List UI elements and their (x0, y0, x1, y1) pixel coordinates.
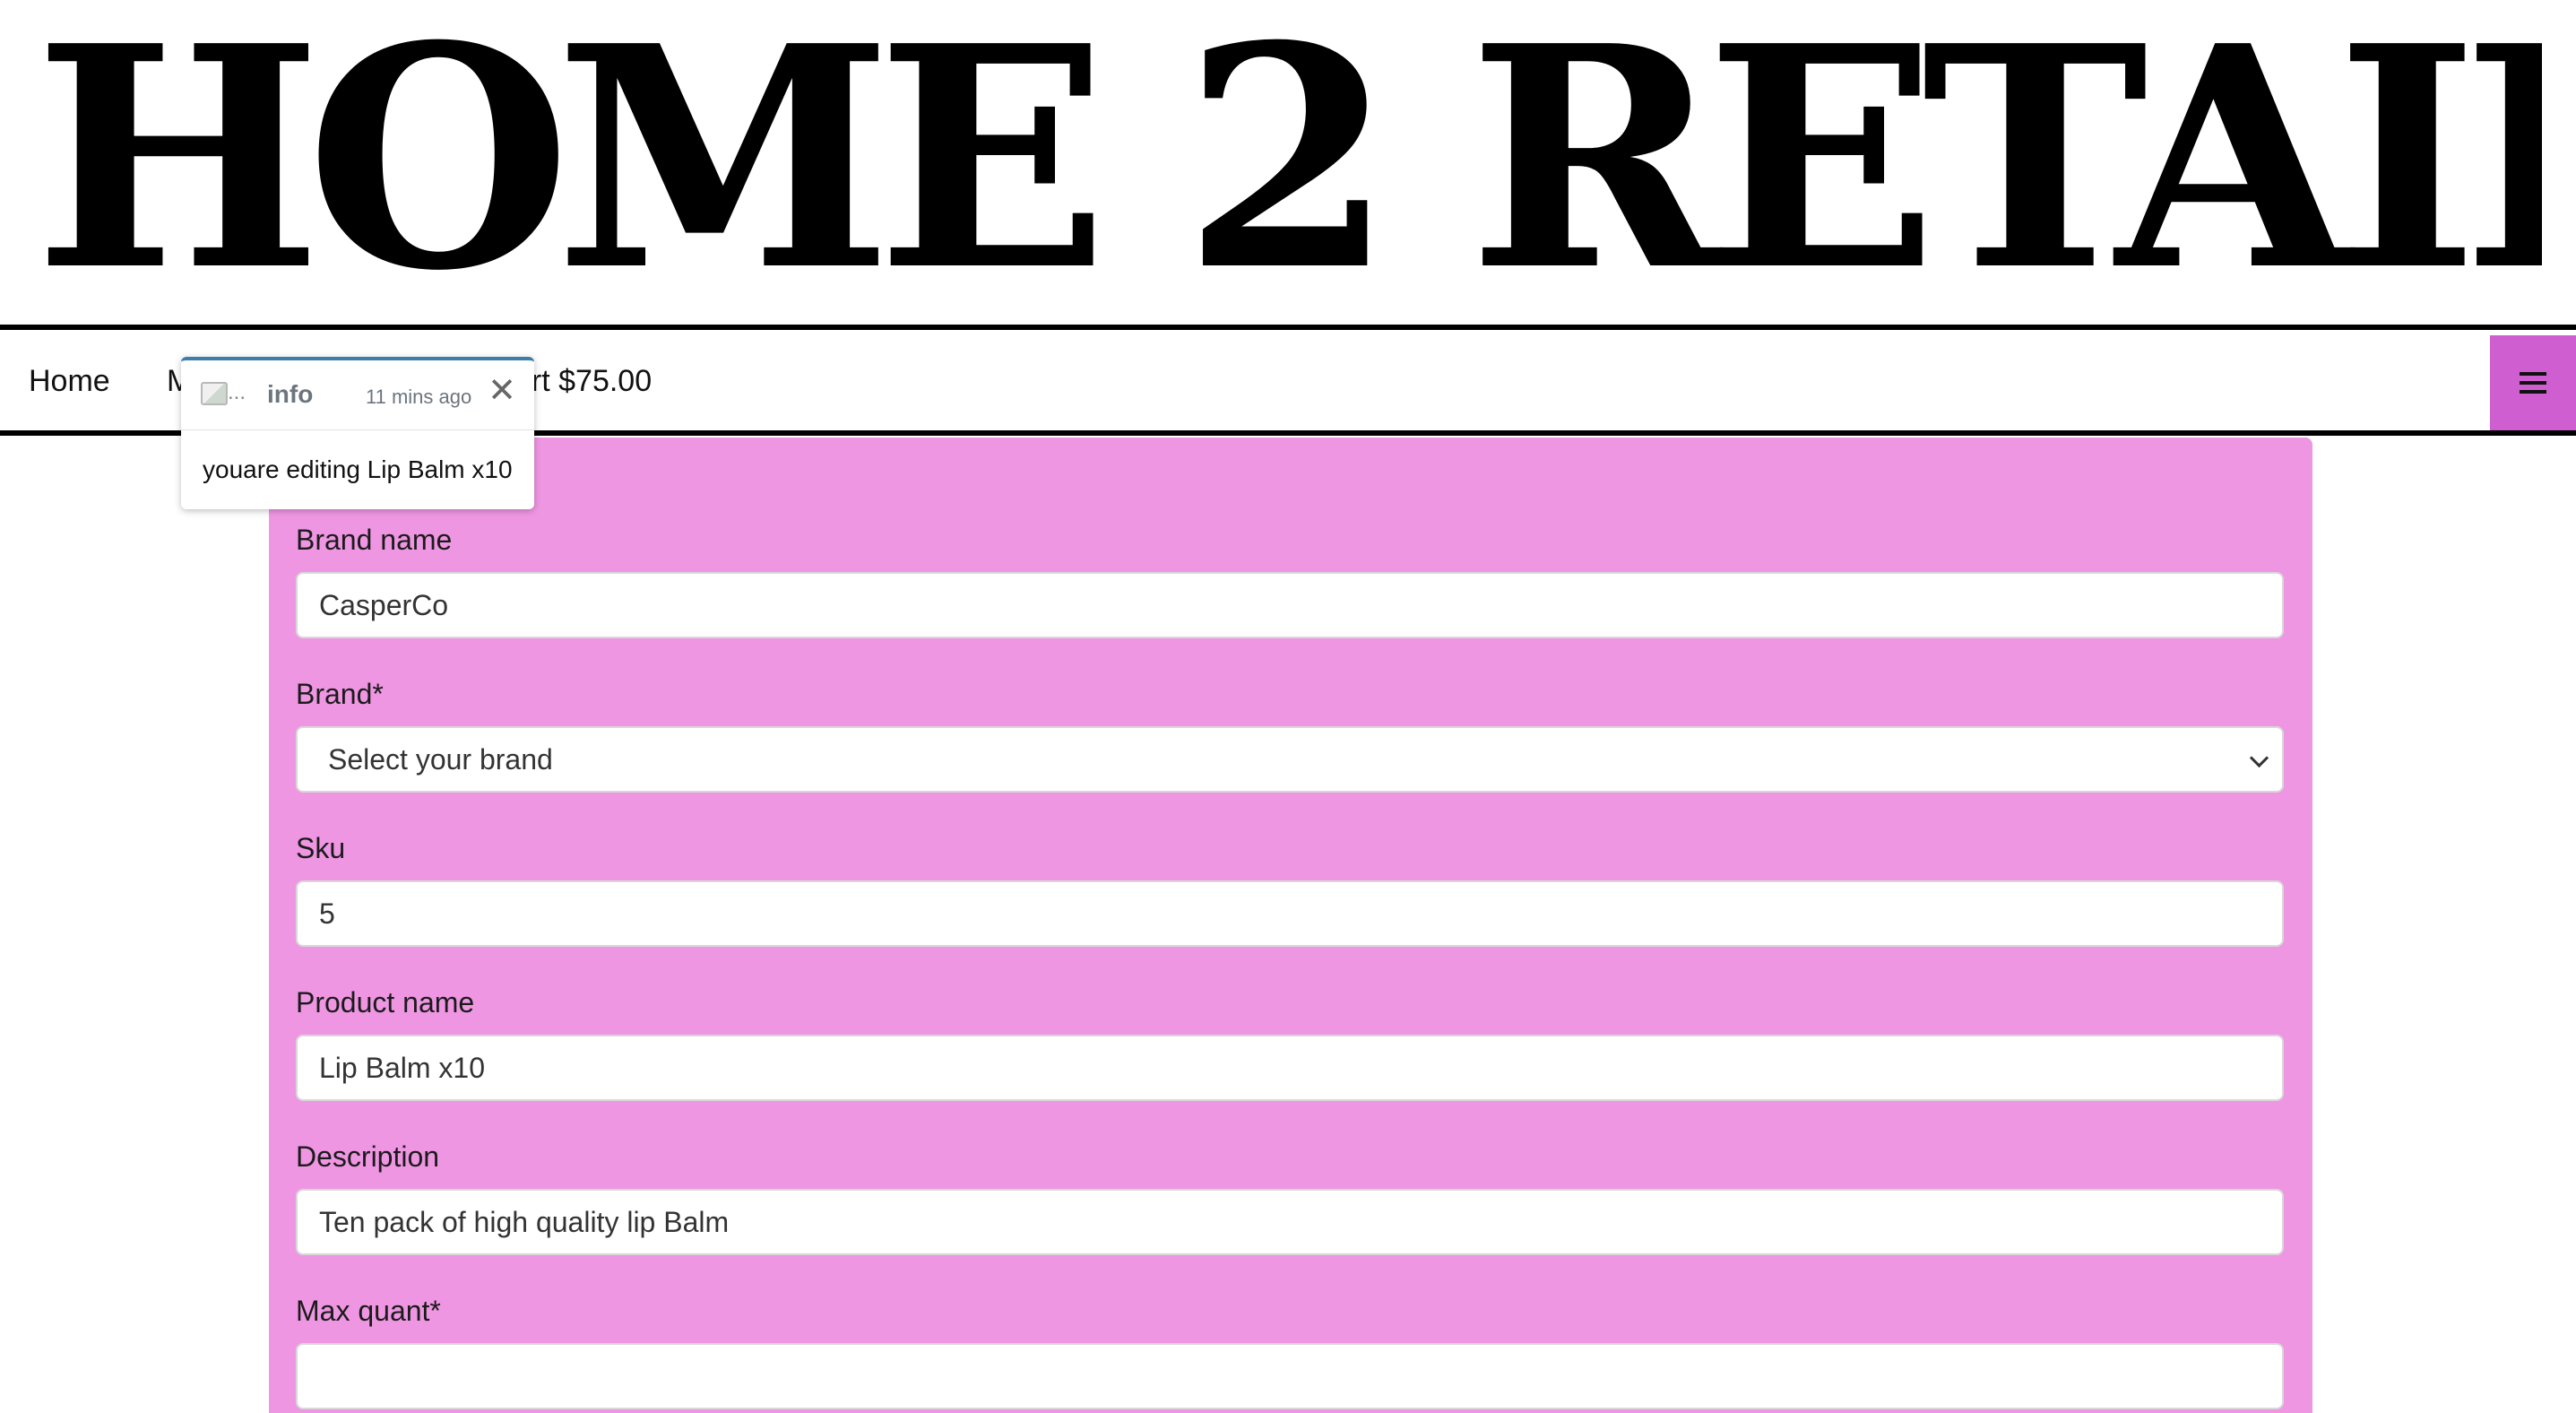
sku-value: 5 (319, 897, 335, 930)
toast-title: info (267, 380, 314, 408)
product-name-label: Product name (296, 986, 475, 1019)
info-toast: ... info 11 mins ago ✕ youare editing Li… (181, 357, 534, 509)
product-name-value: Lip Balm x10 (319, 1051, 485, 1084)
max-quant-label: Max quant* (296, 1295, 441, 1327)
brand-label: Brand* (296, 678, 384, 710)
toast-message: youare editing Lip Balm x10 (203, 455, 513, 483)
product-name-input[interactable]: Lip Balm x10 (296, 1035, 2284, 1101)
description-input[interactable]: Ten pack of high quality lip Balm (296, 1189, 2284, 1255)
site-title: HOME 2 RETAIL (34, 16, 2542, 303)
brand-select[interactable]: Select your brand (296, 726, 2284, 793)
brand-name-label: Brand name (296, 524, 453, 556)
toast-header: ... info 11 mins ago ✕ (181, 360, 534, 430)
max-quant-input[interactable] (296, 1343, 2284, 1409)
sku-label: Sku (296, 832, 346, 864)
nav-home-link[interactable]: Home (29, 364, 110, 399)
toast-image-alt: ... (228, 380, 246, 404)
brand-name-value: CasperCo (319, 588, 449, 621)
close-icon[interactable]: ✕ (484, 373, 520, 409)
broken-image-icon: ... (201, 380, 251, 409)
nav-cart-link[interactable]: art $75.00 (514, 364, 652, 399)
description-value: Ten pack of high quality lip Balm (319, 1205, 730, 1238)
edit-product-form: uct Brand name CasperCo Brand* Select yo… (269, 433, 2312, 1413)
hamburger-menu-icon (2520, 372, 2546, 394)
menu-toggle-button[interactable] (2490, 335, 2576, 430)
toast-timestamp: 11 mins ago (366, 386, 472, 408)
brand-name-input[interactable]: CasperCo (296, 572, 2284, 638)
brand-select-value: Select your brand (328, 742, 553, 776)
description-label: Description (296, 1140, 440, 1173)
chevron-down-icon (2249, 748, 2269, 768)
site-banner: HOME 2 RETAIL (0, 0, 2576, 330)
sku-input[interactable]: 5 (296, 880, 2284, 947)
